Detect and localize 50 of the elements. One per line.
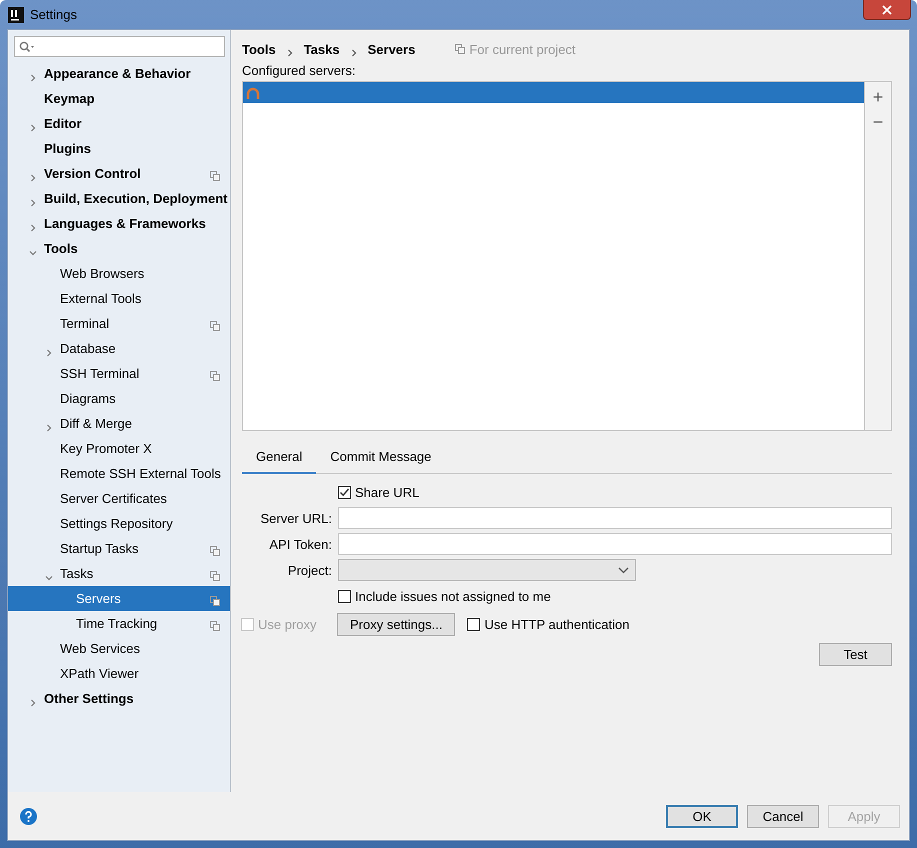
proxy-settings-button[interactable]: Proxy settings... [337,612,456,636]
search-field[interactable] [14,36,225,57]
help-icon[interactable] [20,808,37,824]
tree-item[interactable]: Key Promoter X [8,436,230,461]
app-logo-icon [8,6,24,22]
copy-icon [455,44,466,54]
tree-item[interactable]: Diagrams [8,386,230,411]
input-field[interactable] [338,507,892,529]
tree-item[interactable]: Remote SSH External Tools [8,461,230,486]
list-label: Configured servers: [242,63,356,79]
chevron-down-icon [618,566,629,574]
add-button[interactable]: + [866,84,890,109]
tree-item[interactable]: Server Certificates [8,486,230,511]
server-icon [246,86,260,98]
close-icon [882,4,892,14]
remove-button[interactable]: − [866,109,890,134]
http-auth-checkbox[interactable]: Use HTTP authentication [467,616,630,632]
tree-item[interactable]: Terminal [8,311,230,336]
tree-item[interactable]: Plugins [8,136,230,161]
breadcrumb-item: Servers [368,42,416,56]
test-button[interactable]: Test [819,643,892,666]
field-label: API Token: [269,536,332,552]
scope-note: For current project [469,42,576,56]
field-label: Server URL: [260,510,332,526]
window-title: Settings [30,7,77,22]
tab[interactable]: Commit Message [316,441,446,474]
tree-item[interactable]: Web Browsers [8,261,230,286]
input-field[interactable] [338,533,892,555]
tree-item[interactable]: Keymap [8,86,230,111]
tree-item[interactable]: Tools [8,236,230,261]
tree-item[interactable]: Servers [8,586,230,611]
tab[interactable]: General [242,441,316,474]
breadcrumb-item: Tools [242,42,276,56]
tree-item[interactable]: Tasks [8,561,230,586]
include-issues-checkbox[interactable]: Include issues not assigned to me [338,588,551,604]
field-label: Project: [288,562,332,578]
tree-item[interactable]: Settings Repository [8,511,230,536]
tree-item[interactable]: Startup Tasks [8,536,230,561]
share-url-checkbox[interactable]: Share URL [338,484,420,500]
checkmark-icon [339,486,350,498]
tree-item[interactable]: SSH Terminal [8,361,230,386]
tree-item[interactable]: Time Tracking [8,611,230,636]
breadcrumb-item: Tasks [304,42,340,56]
dialog-button[interactable]: Cancel [747,804,819,828]
close-button[interactable] [863,0,911,20]
search-icon [19,40,35,52]
dialog-button[interactable]: OK [666,804,738,828]
tree-item[interactable]: Web Services [8,636,230,661]
tree-item[interactable]: XPath Viewer [8,661,230,686]
tree-item[interactable]: External Tools [8,286,230,311]
